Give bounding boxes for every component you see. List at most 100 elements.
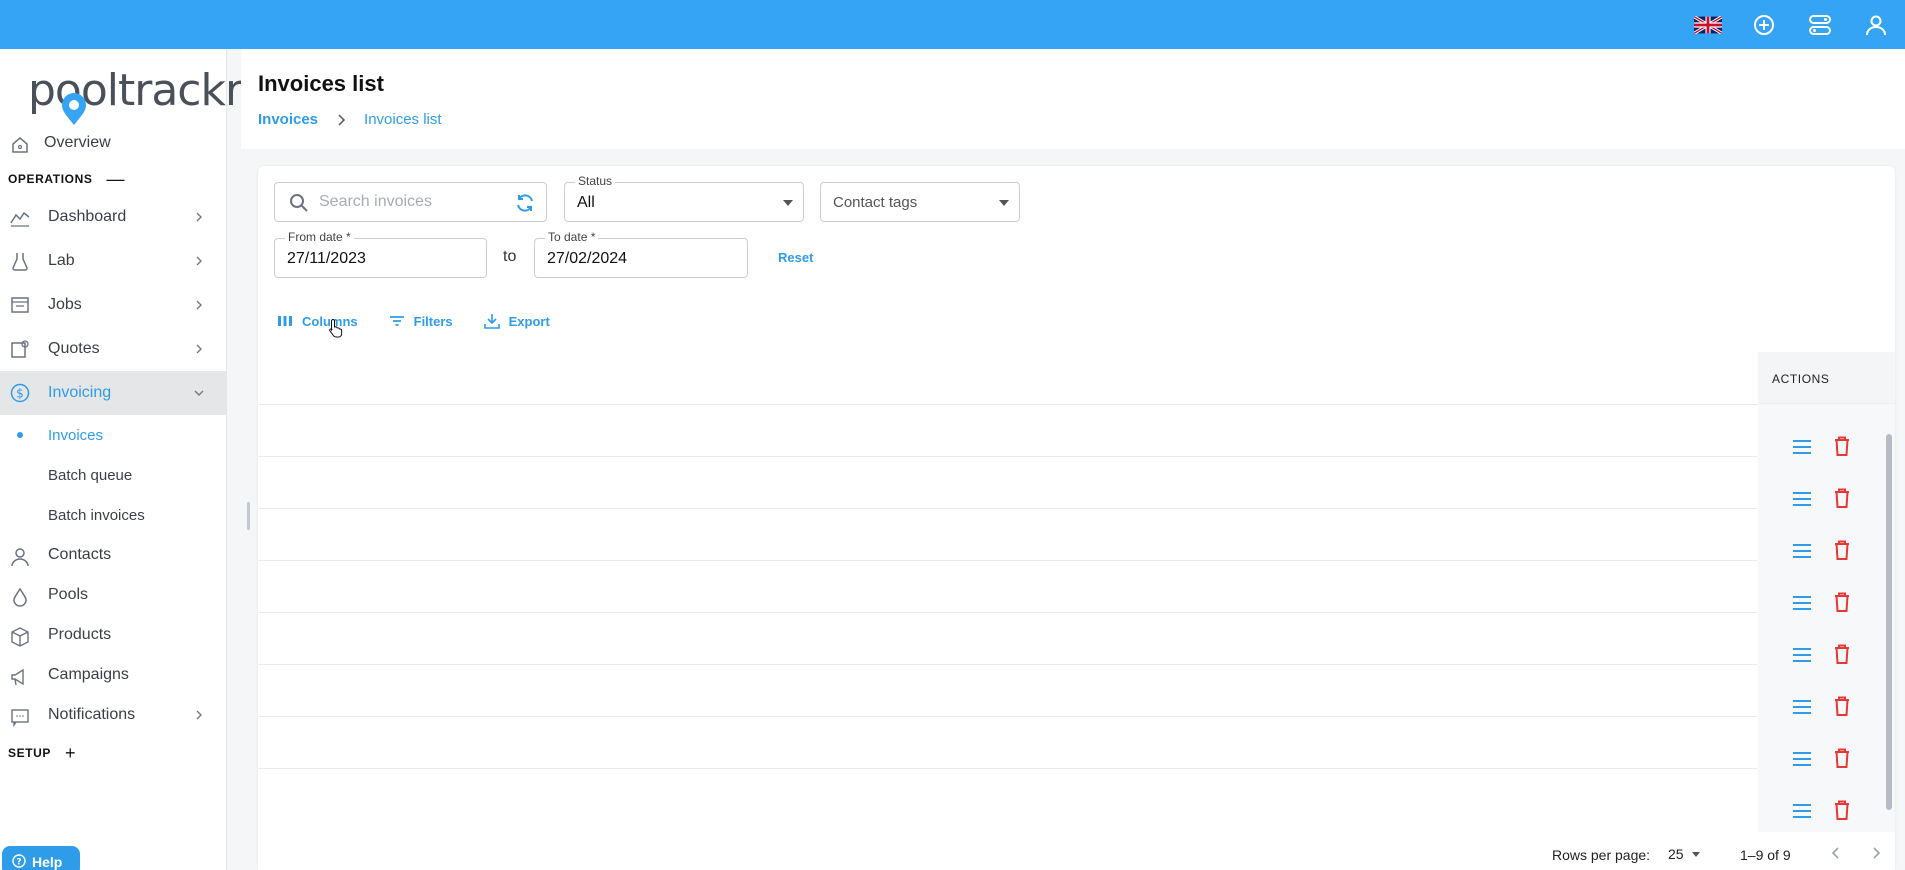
sidebar-subitem-batch-queue[interactable]: Batch queue: [0, 455, 226, 495]
sidebar-item-label: Contacts: [48, 546, 112, 563]
scrollbar-thumb[interactable]: [1886, 434, 1892, 810]
rows-per-page-select[interactable]: 25: [1668, 846, 1684, 862]
invoices-grid: ACTIONS: [258, 352, 1895, 832]
dropdown-arrow-icon: [999, 200, 1009, 206]
trash-icon[interactable]: [1833, 799, 1851, 821]
status-label: Status: [575, 174, 616, 188]
status-select[interactable]: Status All: [564, 174, 804, 222]
table-row-actions: [1758, 526, 1883, 578]
sidebar-item-overview[interactable]: Overview: [0, 123, 226, 163]
user-icon[interactable]: [1861, 10, 1891, 40]
to-date-value: 27/02/2024: [547, 250, 628, 267]
chevron-right-icon: [196, 256, 202, 266]
person-icon: [11, 548, 29, 567]
to-date-field[interactable]: To date * 27/02/2024: [534, 230, 748, 278]
from-date-value: 27/11/2023: [287, 250, 366, 267]
sidebar-item-pools[interactable]: Pools: [0, 575, 226, 615]
filters-label: Filters: [413, 313, 453, 329]
menu-icon[interactable]: [1792, 491, 1812, 507]
sidebar-item-invoicing[interactable]: $ Invoicing: [0, 371, 226, 415]
sidebar-subitem-batch-invoices[interactable]: Batch invoices: [0, 495, 226, 535]
sidebar-subitem-invoices[interactable]: Invoices: [0, 415, 226, 455]
actions-column: ACTIONS: [1758, 352, 1895, 832]
sidebar-item-products[interactable]: Products: [0, 615, 226, 655]
previous-page-icon[interactable]: [1829, 846, 1843, 860]
filters-button[interactable]: Filters: [388, 309, 453, 333]
menu-icon[interactable]: [1792, 439, 1812, 455]
export-button[interactable]: Export: [483, 309, 550, 333]
breadcrumb-root-link[interactable]: Invoices: [258, 111, 318, 128]
columns-button[interactable]: Columns: [276, 309, 358, 333]
sidebar-item-label: Quotes: [48, 340, 100, 357]
from-date-field[interactable]: From date * 27/11/2023: [274, 230, 487, 278]
contact-tags-select[interactable]: Contact tags: [820, 182, 1020, 222]
sidebar-item-label: Jobs: [48, 296, 82, 313]
help-button[interactable]: ? Help: [2, 846, 80, 870]
search-box: [274, 182, 547, 222]
sidebar-item-jobs[interactable]: Jobs: [0, 283, 226, 327]
sidebar-item-label: Campaigns: [48, 666, 129, 683]
table-row-actions: [1758, 578, 1883, 630]
section-operations[interactable]: OPERATIONS —: [0, 163, 226, 195]
table-row-actions: [1758, 734, 1883, 786]
invoices-card: Status All Contact tags From date * 27/1…: [258, 166, 1895, 870]
megaphone-icon: [11, 668, 24, 686]
trash-icon[interactable]: [1833, 643, 1851, 665]
trash-icon[interactable]: [1833, 539, 1851, 561]
trash-icon[interactable]: [1833, 695, 1851, 717]
sidebar-item-lab[interactable]: Lab: [0, 239, 226, 283]
menu-icon[interactable]: [1792, 647, 1812, 663]
chart-line-icon: [10, 211, 30, 227]
filter-icon: [389, 316, 404, 326]
switch-account-icon[interactable]: [1805, 10, 1835, 40]
menu-icon[interactable]: [1792, 751, 1812, 767]
from-date-label: From date *: [285, 230, 354, 244]
chevron-right-icon: [196, 300, 202, 310]
sidebar-item-label: Products: [48, 626, 112, 643]
trash-icon[interactable]: [1833, 747, 1851, 769]
search-input[interactable]: [319, 191, 499, 213]
section-label: OPERATIONS: [8, 172, 93, 186]
menu-icon[interactable]: [1792, 543, 1812, 559]
grid-toolbar: Columns Filters Export: [276, 309, 550, 333]
sidebar-item-quotes[interactable]: Quotes: [0, 327, 226, 371]
reset-button[interactable]: Reset: [778, 250, 813, 265]
trash-icon[interactable]: [1833, 487, 1851, 509]
sidebar-item-notifications[interactable]: Notifications: [0, 695, 226, 735]
row-divider: [258, 664, 1758, 665]
sidebar-item-contacts[interactable]: Contacts: [0, 535, 226, 575]
svg-text:$: $: [16, 387, 24, 401]
active-dot: [17, 432, 23, 438]
section-setup[interactable]: SETUP +: [0, 737, 226, 769]
sidebar-nav: Overview OPERATIONS — Dashboard Lab Jobs…: [0, 123, 226, 769]
refresh-icon[interactable]: [514, 192, 536, 214]
sidebar-resize-handle[interactable]: [247, 502, 250, 530]
sidebar-item-dashboard[interactable]: Dashboard: [0, 195, 226, 239]
sidebar-item-label: Overview: [44, 134, 111, 151]
trash-icon[interactable]: [1833, 591, 1851, 613]
sidebar-item-campaigns[interactable]: Campaigns: [0, 655, 226, 695]
trash-icon[interactable]: [1833, 435, 1851, 457]
pooltrackr-logo[interactable]: pooltrackr: [28, 63, 243, 125]
row-divider: [258, 612, 1758, 613]
dollar-circle-icon: $: [10, 383, 30, 403]
row-divider: [258, 404, 1758, 405]
sidebar-item-label: Dashboard: [48, 208, 127, 225]
next-page-icon[interactable]: [1869, 846, 1883, 860]
sidebar-item-label: Batch invoices: [48, 506, 145, 524]
sidebar-item-label: Invoices: [48, 426, 104, 444]
row-divider: [258, 560, 1758, 561]
row-divider: [258, 508, 1758, 509]
menu-icon[interactable]: [1792, 803, 1812, 819]
add-circle-icon[interactable]: [1749, 10, 1779, 40]
to-date-label: To date *: [545, 230, 599, 244]
jobs-board-icon: [11, 297, 29, 313]
menu-icon[interactable]: [1792, 595, 1812, 611]
language-flag-icon[interactable]: [1693, 10, 1723, 40]
section-label: SETUP: [8, 746, 52, 760]
table-row-actions: [1758, 786, 1883, 838]
sidebar-item-label: Notifications: [48, 706, 136, 723]
menu-icon[interactable]: [1792, 699, 1812, 715]
download-icon: [483, 314, 500, 329]
row-divider: [258, 716, 1758, 717]
